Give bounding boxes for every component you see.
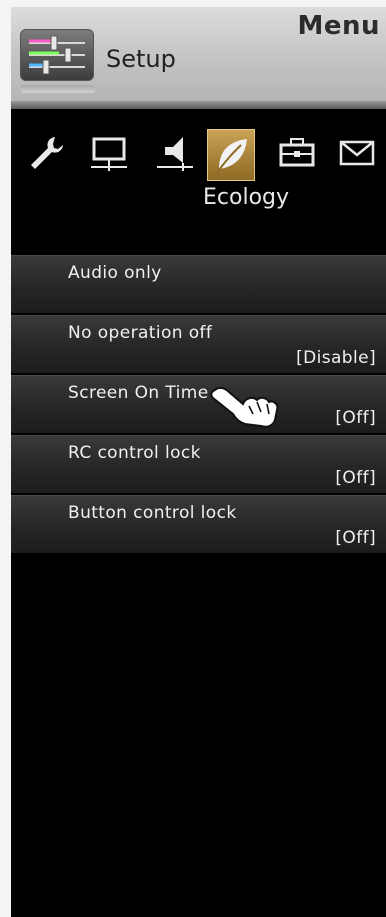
header-divider bbox=[21, 85, 95, 93]
menu-title: Menu bbox=[297, 11, 380, 41]
setting-value: [Off] bbox=[335, 468, 376, 488]
monitor-icon bbox=[91, 137, 127, 171]
wrench-icon bbox=[31, 137, 63, 169]
setting-audio-only[interactable]: Audio only bbox=[11, 255, 386, 313]
tab-toolbox[interactable] bbox=[273, 127, 321, 179]
setting-screen-on-time[interactable]: Screen On Time [Off] bbox=[11, 375, 386, 433]
section-label: Setup bbox=[106, 45, 176, 73]
setting-rc-control-lock[interactable]: RC control lock [Off] bbox=[11, 435, 386, 493]
tab-audio[interactable] bbox=[151, 127, 199, 179]
setting-label: No operation off bbox=[68, 323, 213, 343]
pointing-hand-icon bbox=[210, 386, 279, 428]
tab-ecology[interactable] bbox=[207, 129, 255, 181]
menu-header: Menu Setup bbox=[11, 7, 386, 109]
setting-no-operation-off[interactable]: No operation off [Disable] bbox=[11, 315, 386, 373]
category-tabs bbox=[11, 127, 386, 187]
sliders-icon bbox=[20, 29, 94, 81]
setting-value: [Off] bbox=[335, 528, 376, 548]
setting-button-control-lock[interactable]: Button control lock [Off] bbox=[11, 495, 386, 553]
speaker-icon bbox=[157, 137, 193, 171]
menu-panel: Menu Setup Ecology Audio only No operati… bbox=[11, 7, 386, 917]
tab-messages[interactable] bbox=[333, 127, 381, 179]
tab-display[interactable] bbox=[85, 127, 133, 179]
envelope-icon bbox=[339, 140, 375, 166]
setting-label: RC control lock bbox=[68, 443, 201, 463]
setting-value: [Off] bbox=[335, 408, 376, 428]
setting-label: Screen On Time bbox=[68, 383, 209, 403]
leaf-icon bbox=[216, 139, 247, 174]
setting-label: Button control lock bbox=[68, 503, 237, 523]
setting-value: [Disable] bbox=[296, 348, 376, 368]
active-category-label: Ecology bbox=[203, 185, 290, 210]
header-shadow bbox=[11, 101, 386, 109]
setting-label: Audio only bbox=[68, 263, 162, 283]
settings-list: Audio only No operation off [Disable] Sc… bbox=[11, 255, 386, 555]
toolbox-icon bbox=[279, 138, 315, 167]
tab-settings-wrench[interactable] bbox=[23, 127, 71, 179]
